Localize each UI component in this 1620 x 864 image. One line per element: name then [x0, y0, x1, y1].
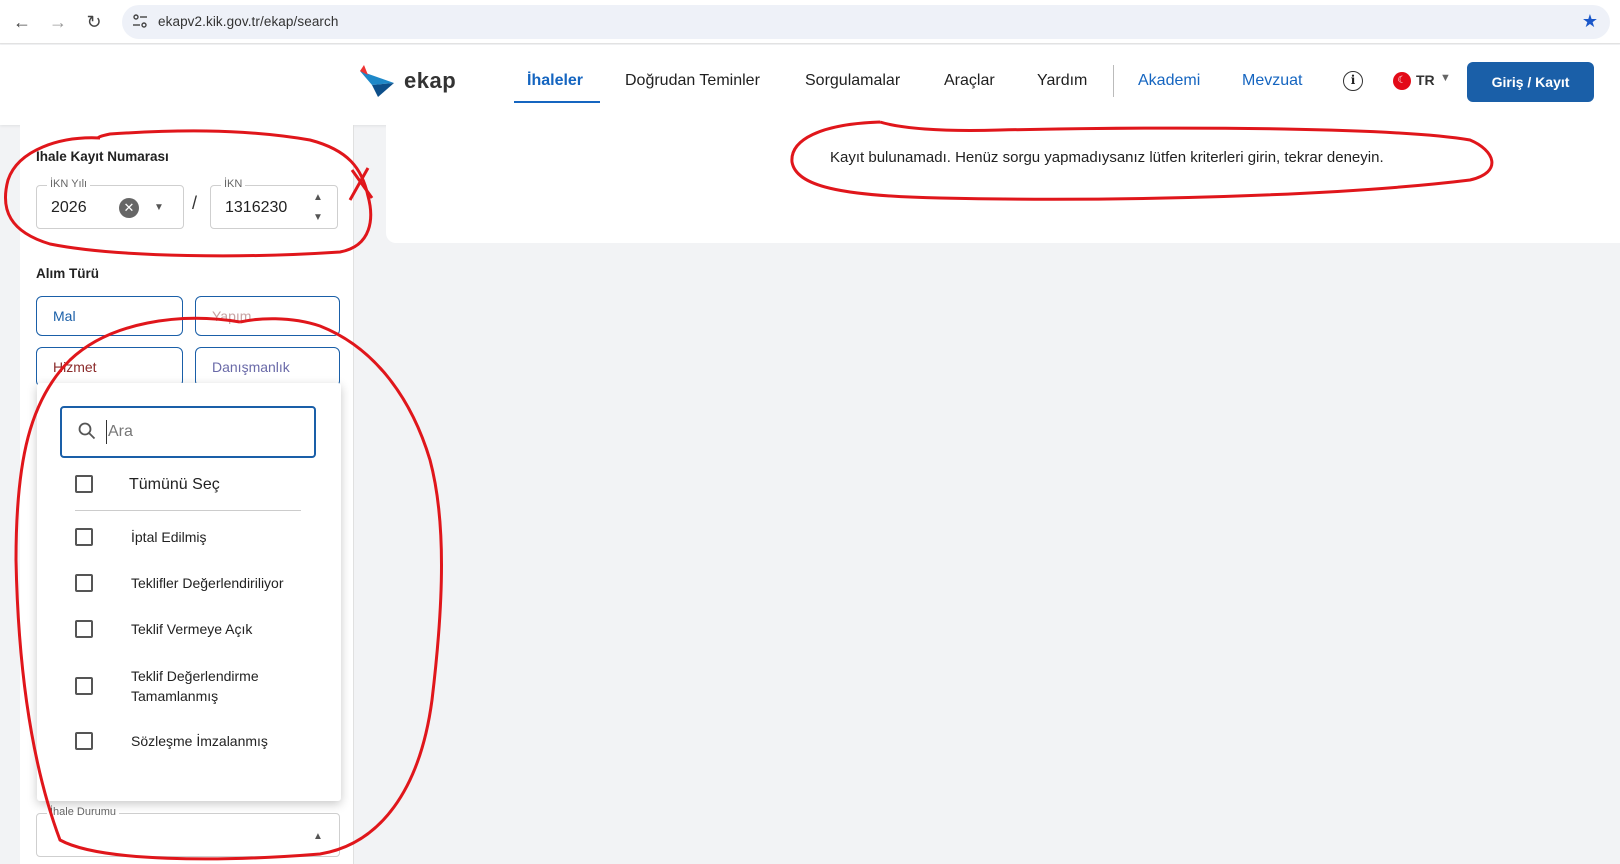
nav-akademi[interactable]: Akademi [1138, 72, 1200, 90]
status-dropdown-panel: Tümünü Seç İptal Edilmiş Teklifler Değer… [37, 383, 341, 801]
option-label-sozlesme[interactable]: Sözleşme İmzalanmış [131, 731, 268, 751]
option-label-acik[interactable]: Teklif Vermeye Açık [131, 619, 252, 639]
bird-logo-icon [360, 65, 394, 97]
results-card: Kayıt bulunamadı. Henüz sorgu yapmadıysa… [386, 125, 1620, 243]
ikn-number-input[interactable]: İKN 1316230 ▲ ▼ [210, 178, 338, 229]
option-label-degerlendiriliyor[interactable]: Teklifler Değerlendiriliyor [131, 573, 284, 593]
option-checkbox-acik[interactable] [75, 620, 93, 638]
ikn-legend: İKN [221, 178, 246, 190]
search-icon [78, 422, 96, 440]
bookmark-star-icon[interactable]: ★ [1582, 11, 1598, 32]
chevron-down-icon[interactable]: ▼ [1440, 72, 1451, 84]
dropdown-search-box[interactable] [60, 406, 316, 458]
address-bar[interactable]: ekapv2.kik.gov.tr/ekap/search ★ [122, 5, 1610, 39]
ihale-durumu-legend: İhale Durumu [47, 806, 120, 818]
logo-text: ekap [404, 68, 457, 93]
login-register-button[interactable]: Giriş / Kayıt [1467, 62, 1594, 102]
site-header: ekap İhaleler Doğrudan Teminler Sorgulam… [0, 45, 1620, 125]
nav-sorgulamalar[interactable]: Sorgulamalar [805, 72, 900, 90]
nav-mevzuat[interactable]: Mevzuat [1242, 72, 1302, 90]
option-label-tamamlanmis[interactable]: Teklif Değerlendirme Tamamlanmış [131, 666, 291, 706]
language-label[interactable]: TR [1416, 72, 1435, 88]
clear-icon[interactable]: ✕ [119, 198, 139, 218]
back-arrow-icon[interactable]: ← [8, 8, 36, 36]
select-all-checkbox[interactable] [75, 475, 93, 493]
turkey-flag-icon[interactable]: ☾ [1393, 72, 1411, 90]
dropdown-divider [75, 510, 301, 511]
caret-down-icon[interactable]: ▼ [154, 202, 164, 213]
ikn-section-title: İhale Kayıt Numarası [36, 149, 169, 164]
url-text: ekapv2.kik.gov.tr/ekap/search [158, 14, 339, 29]
nav-yardim[interactable]: Yardım [1037, 72, 1087, 90]
select-all-label[interactable]: Tümünü Seç [129, 475, 220, 495]
active-nav-underline [514, 101, 600, 103]
nav-ihaleler[interactable]: İhaleler [527, 72, 583, 90]
chip-hizmet[interactable]: Hizmet [36, 347, 183, 387]
reload-icon[interactable]: ↻ [80, 8, 108, 36]
alim-turu-title: Alım Türü [36, 266, 99, 281]
chip-danismanlik[interactable]: Danışmanlık [195, 347, 340, 387]
ikn-year-select[interactable]: İKN Yılı 2026 ✕ ▼ [36, 178, 184, 229]
option-checkbox-iptal[interactable] [75, 528, 93, 546]
option-label-iptal[interactable]: İptal Edilmiş [131, 527, 206, 547]
forward-arrow-icon[interactable]: → [44, 8, 72, 36]
nav-dogrudan-teminler[interactable]: Doğrudan Teminler [625, 72, 760, 90]
ihale-durumu-select[interactable]: İhale Durumu ▲ [36, 806, 340, 857]
ikn-number-value: 1316230 [225, 199, 288, 216]
ikn-year-legend: İKN Yılı [47, 178, 91, 190]
ekap-logo[interactable]: ekap [358, 61, 458, 101]
ikn-year-value: 2026 [51, 199, 87, 216]
nav-divider [1113, 65, 1114, 97]
option-checkbox-degerlendiriliyor[interactable] [75, 574, 93, 592]
increment-icon[interactable]: ▲ [313, 192, 323, 203]
option-checkbox-sozlesme[interactable] [75, 732, 93, 750]
nav-araclar[interactable]: Araçlar [944, 72, 995, 90]
site-settings-icon[interactable] [132, 13, 150, 31]
dropdown-search-input[interactable] [106, 420, 296, 444]
option-checkbox-tamamlanmis[interactable] [75, 677, 93, 695]
empty-results-message: Kayıt bulunamadı. Henüz sorgu yapmadıysa… [830, 149, 1384, 166]
info-icon[interactable]: i [1343, 71, 1363, 91]
chip-yapim[interactable]: Yapım [195, 296, 340, 336]
chip-mal[interactable]: Mal [36, 296, 183, 336]
caret-up-icon[interactable]: ▲ [313, 831, 323, 842]
browser-toolbar: ← → ↻ ekapv2.kik.gov.tr/ekap/search ★ [0, 0, 1620, 44]
decrement-icon[interactable]: ▼ [313, 212, 323, 223]
ikn-separator: / [192, 193, 198, 213]
